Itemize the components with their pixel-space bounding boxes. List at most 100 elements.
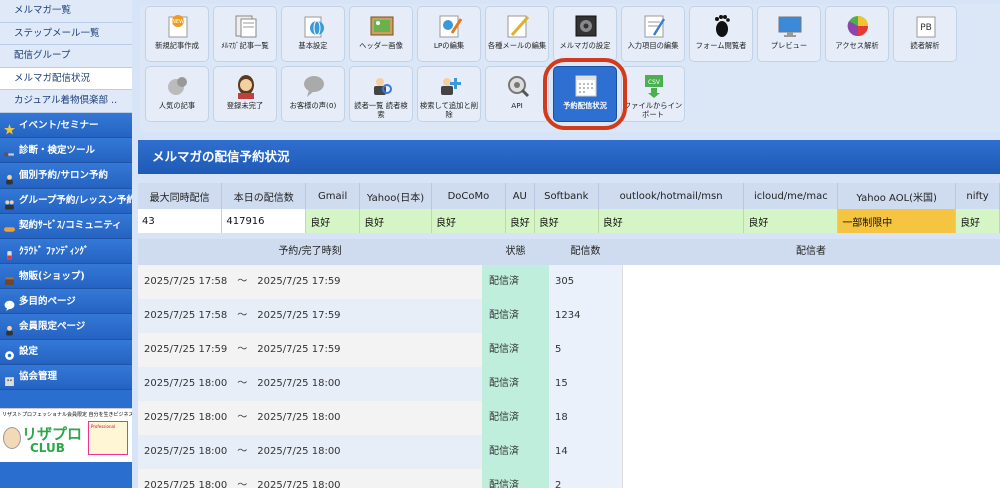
api-gear-icon — [502, 72, 534, 100]
sender-column — [622, 265, 1000, 488]
schedule-header-row: 予約/完了時刻 状態 配信数 配信者 — [138, 239, 1000, 265]
toolbar-button-label: API — [511, 101, 523, 110]
schedule-status: 配信済 — [482, 367, 549, 401]
stats-header-cell: Softbank — [534, 183, 599, 209]
sidebar-item-building[interactable]: 協会管理 — [0, 364, 132, 391]
stats-value-cell: 一部制限中 — [837, 209, 957, 233]
toolbar-button-csv-import[interactable]: CSV ファイルからインポート — [621, 66, 685, 122]
toolbar-button-lp-edit[interactable]: LPの編集 — [417, 6, 481, 62]
pie-chart-icon — [842, 12, 874, 40]
schedule-header-count: 配信数 — [570, 246, 601, 257]
stats-value-cell: 良好 — [955, 209, 1000, 233]
toolbar-button-form-fields[interactable]: 入力項目の編集 — [621, 6, 685, 62]
sidebar-subitem[interactable]: メルマガ一覧 — [0, 0, 132, 23]
sidebar-subitem[interactable]: メルマガ配信状況 — [0, 67, 132, 91]
schedule-header-time: 予約/完了時刻 — [278, 246, 342, 257]
toolbar-button-article-list[interactable]: ﾒﾙﾏｶﾞ記事一覧 — [213, 6, 277, 62]
table-row: 2025/7/25 18:00 ～ 2025/7/25 18:00 配信済 2 — [138, 469, 622, 488]
sidebar-item-label: イベント/セミナー — [19, 119, 99, 131]
toolbar-button-speech-bubble[interactable]: お客様の声(0) — [281, 66, 345, 122]
sidebar-item-label: 物販(ショップ) — [19, 270, 85, 282]
sidebar-item-label: グループ予約/レッスン予約 — [19, 195, 132, 207]
sidebar-subitem[interactable]: ステップメール一覧 — [0, 22, 132, 46]
person-icon — [4, 170, 15, 185]
sidebar-item-gear[interactable]: 設定 — [0, 339, 132, 365]
schedule-time: 2025/7/25 18:00 ～ 2025/7/25 18:00 — [144, 446, 341, 457]
svg-text:PB: PB — [920, 23, 932, 33]
sidebar-item-person[interactable]: 個別予約/サロン予約 — [0, 163, 132, 189]
toolbar-button-popular-article[interactable]: 人気の記事 — [145, 66, 209, 122]
schedule-count: 305 — [549, 265, 622, 299]
sidebar-subitem[interactable]: 配信グループ — [0, 45, 132, 68]
schedule-count: 15 — [549, 367, 622, 401]
sidebar-item-member[interactable]: 会員限定ページ — [0, 314, 132, 340]
monitor-icon — [774, 12, 806, 40]
sidebar-item-group[interactable]: グループ予約/レッスン予約 — [0, 188, 132, 214]
schedule-count: 1234 — [549, 299, 622, 333]
stats-value-cell: 良好 — [431, 209, 506, 233]
toolbar-button-new-article[interactable]: NEW 新規記事作成 — [145, 6, 209, 62]
stats-header-cell: 最大同時配信 — [138, 183, 223, 209]
mailmag-settings-icon — [570, 12, 602, 40]
stats-value-cell: 良好 — [534, 209, 599, 233]
toolbar-button-incomplete-user[interactable]: 登録未完了 — [213, 66, 277, 122]
sidebar-item-box[interactable]: 物販(ショップ) — [0, 264, 132, 290]
toolbar-button-mail-edit[interactable]: 各種メールの編集 — [485, 6, 549, 62]
handshake-icon — [4, 220, 15, 233]
rizapro-club-banner[interactable]: リザストプロフェッショナル会員限定 自分を生きビジネスを軌道に乗せる起業コミュニ… — [0, 408, 132, 462]
toolbar-button-pie-chart[interactable]: アクセス解析 — [825, 6, 889, 62]
footprint-icon — [706, 12, 738, 40]
sidebar-item-star[interactable]: イベント/セミナー — [0, 112, 132, 139]
toolbar-button-globe-settings[interactable]: 基本設定 — [281, 6, 345, 62]
sidebar-item-label: 会員限定ページ — [19, 321, 86, 333]
schedule-count: 18 — [549, 401, 622, 435]
toolbar-button-label: アクセス解析 — [835, 41, 879, 50]
toolbar-button-mailmag-settings[interactable]: メルマガの設定 — [553, 6, 617, 62]
schedule-time: 2025/7/25 17:58 ～ 2025/7/25 17:59 — [144, 276, 341, 287]
toolbar-button-label: 基本設定 — [298, 41, 328, 50]
toolbar-button-monitor[interactable]: プレビュー — [757, 6, 821, 62]
csv-import-icon: CSV — [638, 72, 670, 100]
schedule-time: 2025/7/25 17:59 ～ 2025/7/25 17:59 — [144, 344, 341, 355]
sidebar-item-handshake[interactable]: 契約ｻｰﾋﾞｽ/コミュニティ — [0, 213, 132, 239]
popular-article-icon — [162, 72, 194, 100]
schedule-time: 2025/7/25 18:00 ～ 2025/7/25 18:00 — [144, 378, 341, 389]
mail-edit-icon — [502, 12, 534, 40]
stats-header-cell: AU — [505, 183, 535, 209]
reader-search-icon — [366, 72, 398, 100]
toolbar-button-header-image[interactable]: ヘッダー画像 — [349, 6, 413, 62]
toolbar-button-reader-analysis[interactable]: PB 読者解析 — [893, 6, 957, 62]
sidebar-main-menu: イベント/セミナー診断・検定ツール個別予約/サロン予約グループ予約/レッスン予約… — [0, 112, 132, 391]
toolbar-button-api-gear[interactable]: API — [485, 66, 549, 122]
schedule-status: 配信済 — [482, 265, 549, 299]
banner-top-text: リザストプロフェッショナル会員限定 自分を生きビジネスを軌道に乗せる起業コミュニ… — [2, 412, 132, 418]
toolbar-button-label: 検索して追加と削除 — [419, 101, 479, 119]
table-row: 2025/7/25 17:58 ～ 2025/7/25 17:59 配信済 305 — [138, 265, 622, 299]
sidebar-item-funding[interactable]: ｸﾗｳﾄﾞ ﾌｧﾝﾃﾞｨﾝｸﾞ — [0, 238, 132, 265]
star-icon — [4, 120, 15, 135]
box-icon — [4, 271, 15, 285]
stats-header-cell: Yahoo AOL(米国) — [837, 183, 957, 209]
sidebar-item-tool[interactable]: 診断・検定ツール — [0, 138, 132, 164]
toolbar-button-label: フォーム閲覧者 — [695, 41, 747, 50]
schedule-status: 配信済 — [482, 401, 549, 435]
toolbar-button-label: お客様の声(0) — [289, 101, 337, 110]
sidebar-item-bubble[interactable]: 多目的ページ — [0, 289, 132, 315]
toolbar-button-footprint[interactable]: フォーム閲覧者 — [689, 6, 753, 62]
sidebar-item-label: 個別予約/サロン予約 — [19, 169, 108, 181]
stats-header-cell: icloud/me/mac — [743, 183, 839, 209]
stats-header-cell: 本日の配信数 — [221, 183, 307, 209]
sidebar-subitem[interactable]: カジュアル着物倶楽部 .. — [0, 90, 132, 113]
toolbar-button-label: 入力項目の編集 — [627, 41, 679, 50]
toolbar-button-search-add[interactable]: 検索して追加と削除 — [417, 66, 481, 122]
toolbar-button-label: 各種メールの編集 — [487, 41, 547, 50]
stats-value-cell: 良好 — [743, 209, 839, 233]
sidebar: メルマガ一覧 ステップメール一覧 配信グループ メルマガ配信状況 カジュアル着物倶楽部 … — [0, 0, 132, 488]
search-add-icon — [434, 72, 466, 100]
table-row: 2025/7/25 17:58 ～ 2025/7/25 17:59 配信済 1234 — [138, 299, 622, 333]
stats-value-cell: 良好 — [598, 209, 745, 233]
stats-value-cell: 良好 — [359, 209, 433, 233]
schedule-time: 2025/7/25 17:58 ～ 2025/7/25 17:59 — [144, 310, 341, 321]
banner-avatar-icon — [3, 427, 21, 449]
toolbar-button-reader-search[interactable]: 読者一覧 読者検索 — [349, 66, 413, 122]
